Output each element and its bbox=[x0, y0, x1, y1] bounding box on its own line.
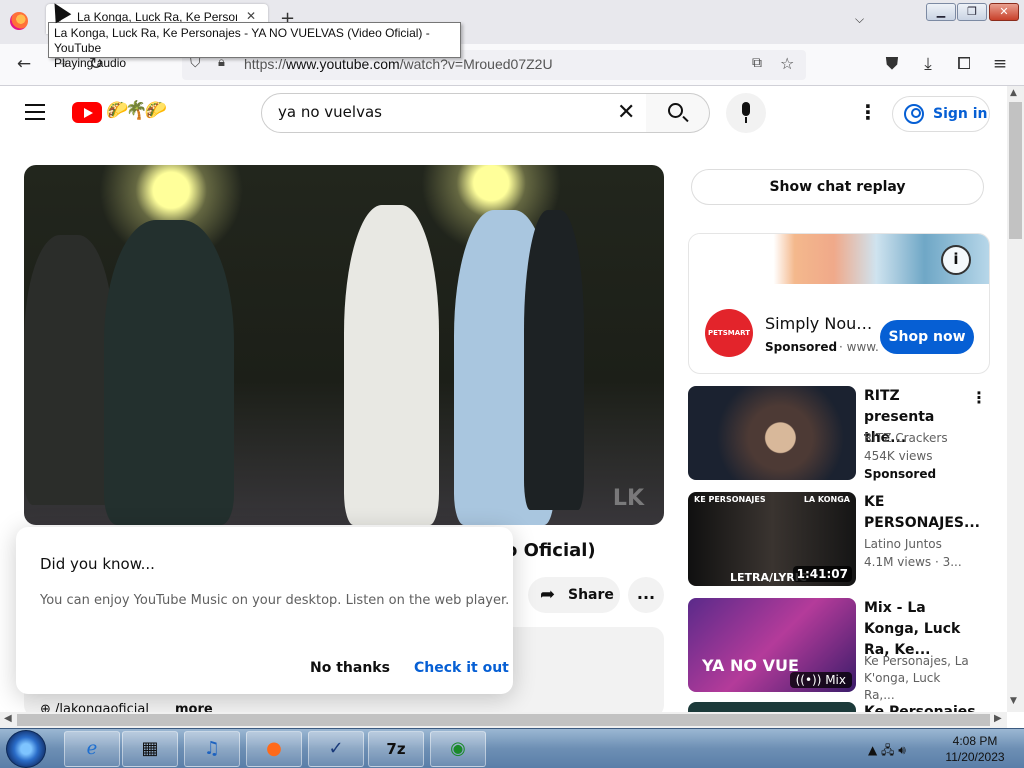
bookmark-star-icon[interactable]: ☆ bbox=[780, 54, 794, 73]
tooltip-status: Playing audio bbox=[54, 56, 127, 70]
more-actions-button[interactable]: ... bbox=[628, 577, 664, 613]
thumbnail-text: LA KONGA bbox=[803, 495, 850, 504]
sign-in-label: Sign in bbox=[933, 106, 988, 122]
thumbnail-text: YA NO VUE bbox=[702, 656, 799, 675]
recommendation-item[interactable]: Ke Personajes bbox=[688, 702, 990, 712]
tab-close-icon[interactable]: ✕ bbox=[246, 9, 256, 23]
kebab-menu-icon[interactable]: ⋮ bbox=[971, 388, 987, 407]
recommendation-channel[interactable]: Ke Personajes, La K'onga, Luck Ra,... bbox=[864, 653, 974, 704]
recommendation-item[interactable]: RITZ presenta the... RITZ Crackers 454K … bbox=[688, 386, 990, 482]
video-thumbnail[interactable] bbox=[688, 702, 856, 712]
recommendation-title[interactable]: Ke Personajes bbox=[864, 702, 984, 712]
video-player[interactable]: LK bbox=[24, 165, 664, 525]
video-thumbnail[interactable]: KE PERSONAJES LA KONGA LETRA/LYRIC 1:41:… bbox=[688, 492, 856, 586]
shop-now-button[interactable]: Shop now bbox=[880, 320, 974, 354]
search-icon bbox=[668, 103, 683, 118]
back-arrow-icon[interactable]: ← bbox=[13, 54, 35, 74]
no-thanks-button[interactable]: No thanks bbox=[310, 660, 390, 676]
maximize-button[interactable]: ❐ bbox=[957, 3, 987, 21]
advertiser-logo[interactable]: PETSMART bbox=[705, 309, 753, 357]
scroll-up-icon[interactable]: ▲ bbox=[1010, 88, 1017, 98]
clock-time: 4:08 PM bbox=[952, 734, 998, 748]
share-arrow-icon: ➦ bbox=[540, 584, 556, 605]
youtube-page: 🌮🌴🌮 ✕ ⋮ Sign in LK o Oficial) ➦ Share ..… bbox=[0, 86, 1007, 712]
hamburger-menu-icon[interactable]: ≡ bbox=[989, 54, 1011, 74]
video-duration: 1:41:07 bbox=[792, 566, 852, 582]
taskbar-clock[interactable]: 4:08 PM 11/20/2023 bbox=[940, 733, 1010, 765]
share-label: Share bbox=[568, 587, 614, 603]
youtube-doodle-icon[interactable]: 🌮🌴🌮 bbox=[106, 100, 167, 121]
sponsored-ad-card[interactable]: i PETSMART Simply Nouri... Sponsored · w… bbox=[688, 233, 990, 374]
internet-explorer-icon[interactable]: ℯ bbox=[64, 731, 120, 767]
recommendation-channel[interactable]: RITZ Crackers bbox=[864, 431, 948, 445]
video-title: o Oficial) bbox=[505, 540, 596, 561]
green-app-icon[interactable]: ◉ bbox=[430, 731, 486, 767]
account-icon bbox=[904, 104, 924, 124]
music-promo-dialog: Did you know... You can enjoy YouTube Mu… bbox=[16, 527, 513, 694]
firefox-icon bbox=[10, 12, 28, 30]
scroll-left-icon[interactable]: ◀ bbox=[4, 713, 12, 724]
tooltip-title: La Konga, Luck Ra, Ke Personajes - YA NO… bbox=[54, 26, 430, 55]
search-input[interactable] bbox=[278, 103, 598, 121]
info-icon[interactable]: i bbox=[941, 245, 971, 275]
guide-menu-icon[interactable] bbox=[25, 104, 45, 120]
picture-in-picture-icon[interactable]: ⧉ bbox=[752, 55, 762, 71]
search-box[interactable]: ✕ bbox=[261, 93, 647, 133]
minimize-button[interactable]: ▁ bbox=[926, 3, 956, 21]
windows-taskbar: ℯ ▦ ♫ ● ✓ 7z ◉ ▲ 🖧 🔊︎ 4:08 PM 11/20/2023 bbox=[0, 728, 1024, 768]
youtube-logo-icon[interactable] bbox=[72, 102, 102, 123]
checkmark-app-icon[interactable]: ✓ bbox=[308, 731, 364, 767]
start-button[interactable] bbox=[6, 730, 46, 768]
chevron-down-icon[interactable]: ⌵ bbox=[855, 12, 864, 27]
recommendation-channel[interactable]: Latino Juntos bbox=[864, 537, 942, 551]
clear-search-icon[interactable]: ✕ bbox=[617, 100, 635, 125]
share-button[interactable]: ➦ Share bbox=[528, 577, 620, 613]
mix-badge: ((•)) Mix bbox=[789, 672, 852, 688]
vertical-scrollbar[interactable]: ▲ ▼ bbox=[1007, 86, 1024, 712]
scrollbar-thumb[interactable] bbox=[17, 714, 990, 726]
video-thumbnail[interactable]: YA NO VUE ((•)) Mix bbox=[688, 598, 856, 692]
voice-search-button[interactable] bbox=[726, 93, 766, 133]
ad-domain: · www. bbox=[839, 340, 879, 354]
recommendation-item[interactable]: YA NO VUE ((•)) Mix Mix - La Konga, Luck… bbox=[688, 598, 990, 702]
microphone-icon bbox=[742, 102, 750, 116]
dialog-body: You can enjoy YouTube Music on your desk… bbox=[40, 593, 510, 608]
check-it-out-button[interactable]: Check it out bbox=[414, 660, 509, 676]
firefox-taskbar-icon[interactable]: ● bbox=[246, 731, 302, 767]
7zip-icon[interactable]: 7z bbox=[368, 731, 424, 767]
pocket-icon[interactable]: ⛊ bbox=[881, 54, 903, 74]
recommendation-stats: 454K views bbox=[864, 449, 933, 463]
sponsored-label: Sponsored bbox=[864, 467, 937, 481]
music-player-icon[interactable]: ♫ bbox=[184, 731, 240, 767]
system-tray-icons[interactable]: ▲ 🖧 🔊︎ bbox=[868, 741, 906, 762]
downloads-icon[interactable]: ⤓ bbox=[917, 54, 939, 74]
settings-kebab-icon[interactable]: ⋮ bbox=[858, 100, 878, 124]
sign-in-button[interactable]: Sign in bbox=[892, 96, 990, 132]
show-chat-replay-button[interactable]: Show chat replay bbox=[691, 169, 984, 205]
recommendation-title[interactable]: Mix - La Konga, Luck Ra, Ke... bbox=[864, 598, 964, 661]
recommendation-title[interactable]: KE PERSONAJES... bbox=[864, 492, 980, 534]
search-button[interactable] bbox=[646, 93, 710, 133]
recommendation-stats: 4.1M views · 3... bbox=[864, 555, 962, 569]
description-more-link[interactable]: more bbox=[175, 702, 213, 712]
thumbnail-text: KE PERSONAJES bbox=[694, 495, 766, 504]
ad-sponsored-label: Sponsored bbox=[765, 340, 838, 354]
scroll-down-icon[interactable]: ▼ bbox=[1010, 696, 1017, 706]
recommendation-item[interactable]: KE PERSONAJES LA KONGA LETRA/LYRIC 1:41:… bbox=[688, 492, 990, 588]
clock-date: 11/20/2023 bbox=[945, 750, 1005, 764]
ad-title[interactable]: Simply Nouri... bbox=[765, 314, 875, 333]
archive-app-icon[interactable]: ▦ bbox=[122, 731, 178, 767]
close-window-button[interactable]: ✕ bbox=[989, 3, 1019, 21]
video-thumbnail[interactable] bbox=[688, 386, 856, 480]
scroll-right-icon[interactable]: ▶ bbox=[994, 713, 1002, 724]
channel-handle-link[interactable]: ⊕ /lakongaoficial bbox=[40, 702, 149, 712]
video-watermark: LK bbox=[612, 486, 644, 511]
dialog-title: Did you know... bbox=[40, 555, 155, 573]
tab-tooltip: La Konga, Luck Ra, Ke Personajes - YA NO… bbox=[48, 22, 461, 70]
extensions-icon[interactable]: ⧠ bbox=[953, 54, 975, 74]
horizontal-scrollbar[interactable]: ◀ ▶ bbox=[0, 712, 1007, 728]
scrollbar-thumb[interactable] bbox=[1009, 102, 1022, 239]
